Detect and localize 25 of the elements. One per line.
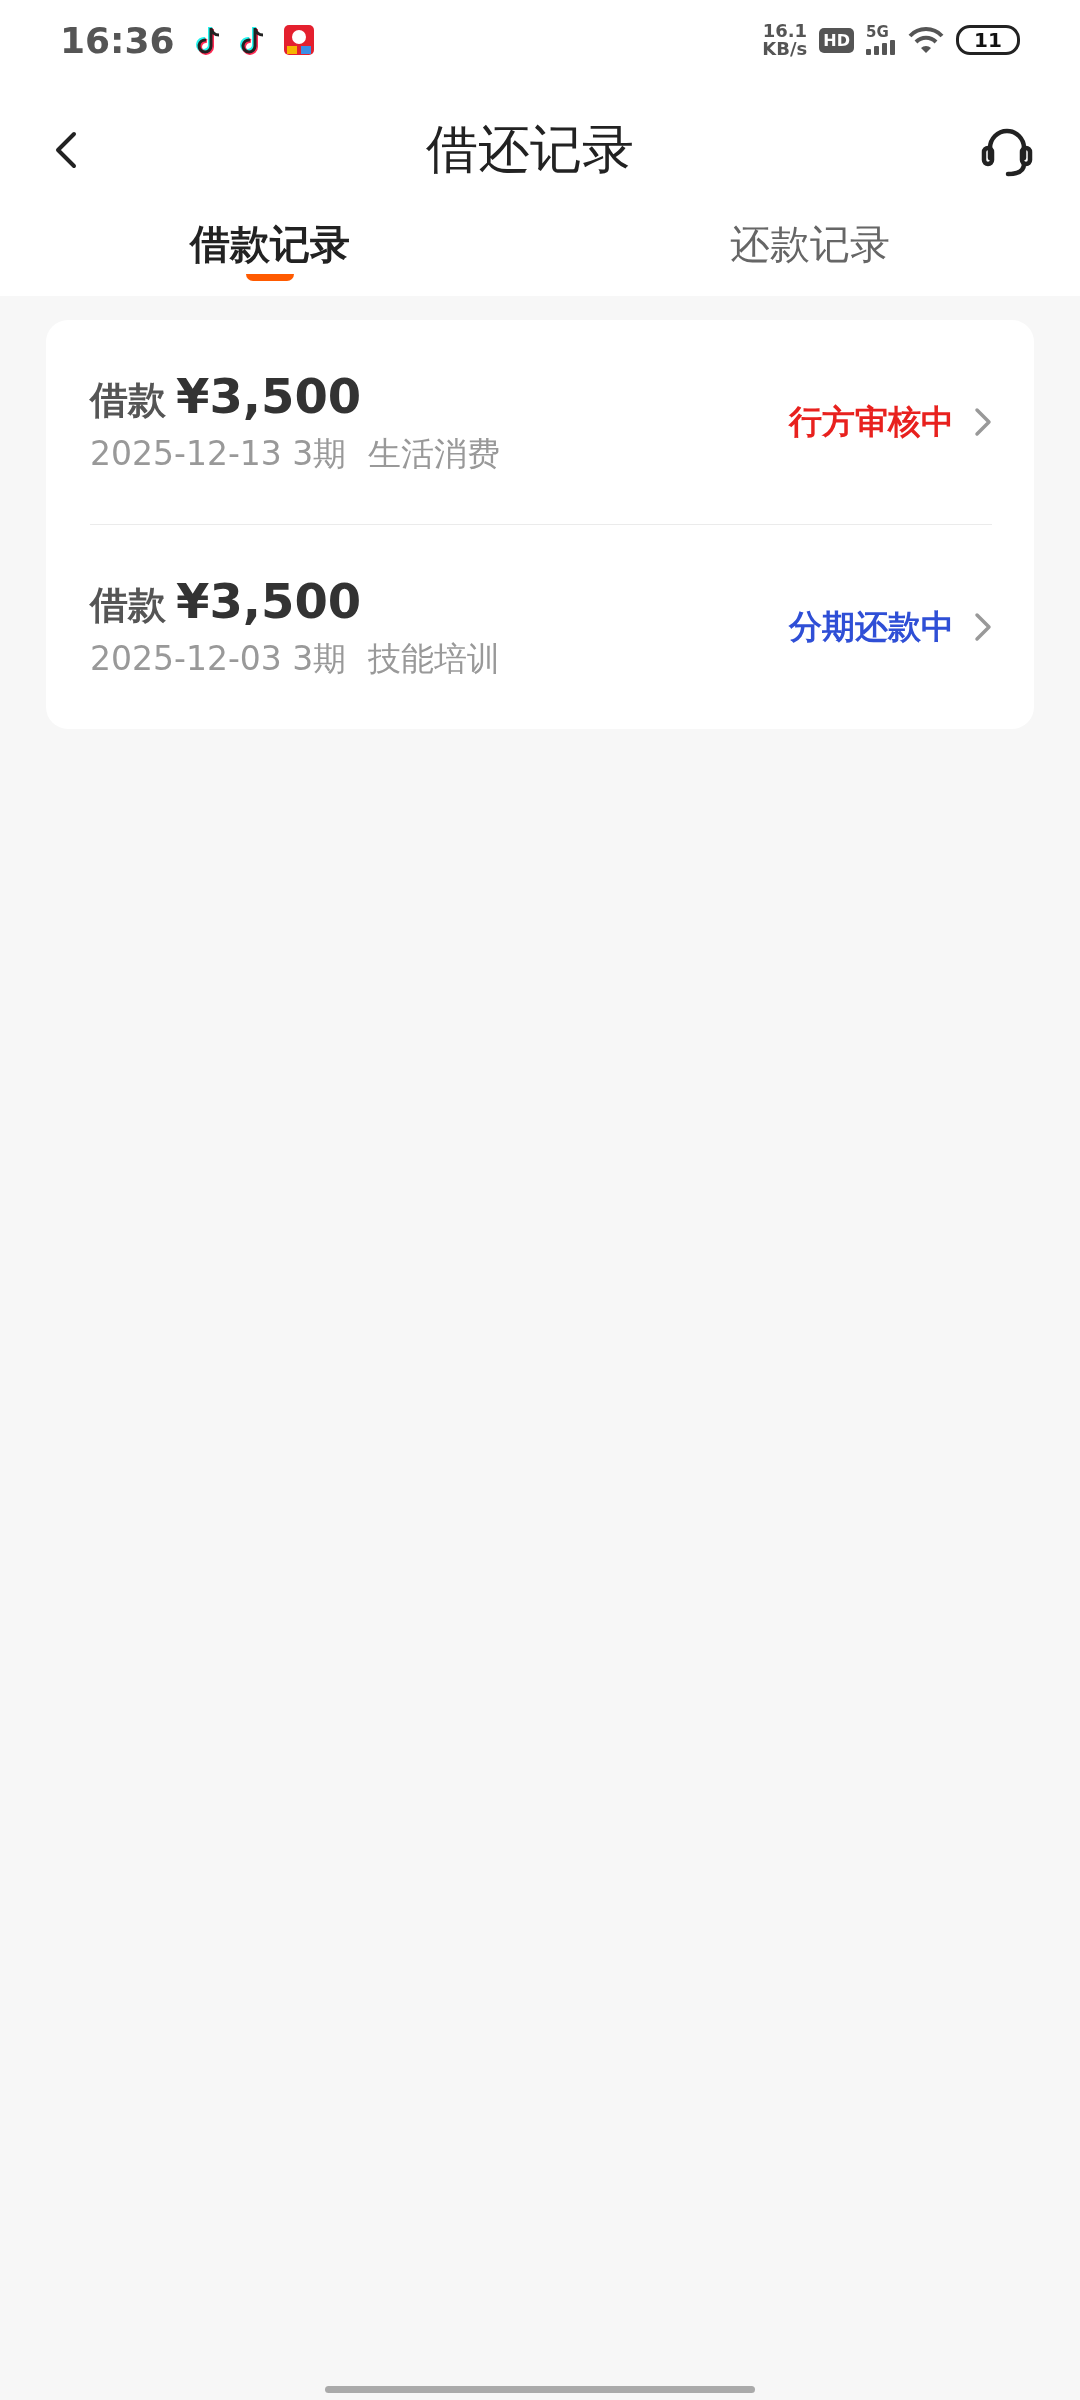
chevron-right-icon[interactable] (974, 612, 992, 642)
tab[interactable]: 还款记录 (730, 220, 890, 268)
loan-purpose: 生活消费 (368, 432, 501, 475)
loan-details: 2025-12-13 3期 (90, 432, 347, 475)
loan-status: 分期还款中 (789, 605, 954, 648)
page-title: 借还记录 (426, 118, 634, 181)
loan-amount: ¥3,500 (176, 572, 362, 629)
network-type: 5G (866, 25, 890, 40)
signal-icon (866, 40, 896, 55)
loan-status: 行方审核中 (789, 400, 954, 443)
battery-level: 11 (956, 25, 1020, 55)
loan-label: 借款 (90, 581, 166, 629)
tab[interactable]: 借款记录 (190, 220, 350, 268)
clock-time: 16:36 (60, 19, 175, 61)
tab-indicator (246, 274, 294, 281)
speed-unit: KB/s (762, 40, 808, 58)
app-icon (282, 24, 315, 56)
loan-amount: ¥3,500 (176, 367, 362, 424)
chevron-right-icon[interactable] (974, 407, 992, 437)
hd-badge: HD (819, 27, 854, 53)
loan-purpose: 技能培训 (368, 637, 501, 680)
loan-label: 借款 (90, 376, 166, 424)
network-speed: 16.1 (762, 22, 808, 40)
loan-details: 2025-12-03 3期 (90, 637, 347, 680)
wifi-icon (908, 26, 944, 54)
